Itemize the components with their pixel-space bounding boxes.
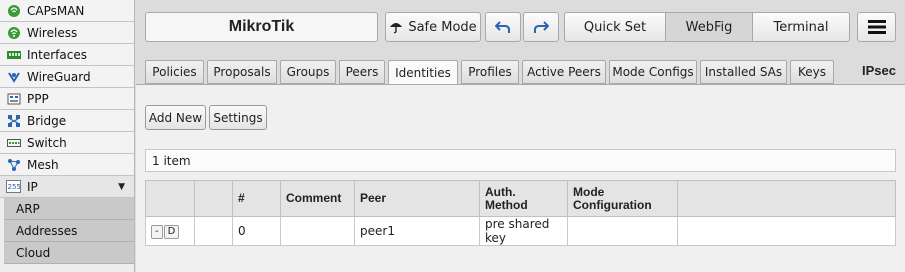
row-comment [280, 216, 355, 246]
sidebar-item-label: Mesh [27, 157, 59, 172]
menu-button[interactable] [857, 12, 896, 42]
row-actions-cell: -D [145, 216, 195, 246]
item-count-bar: 1 item [145, 149, 896, 172]
capsman-icon [6, 3, 21, 18]
tab-installed-sas[interactable]: Installed SAs [700, 60, 787, 84]
redo-icon [534, 21, 549, 33]
sidebar-item-switch[interactable]: Switch [0, 132, 134, 154]
umbrella-icon [390, 23, 403, 34]
tab-identities[interactable]: Identities [388, 60, 458, 85]
tab-groups[interactable]: Groups [280, 60, 336, 84]
router-title: MikroTik [145, 12, 378, 42]
sidebar-item-ppp[interactable]: PPP [0, 88, 134, 110]
sidebar-subitem-label: ARP [16, 201, 40, 216]
safe-mode-button[interactable]: Safe Mode [385, 12, 481, 42]
section-title: IPsec [862, 63, 896, 78]
interfaces-icon [6, 47, 21, 62]
row-filler [677, 216, 896, 246]
wireless-icon [6, 25, 21, 40]
sidebar-item-label: WireGuard [27, 69, 91, 84]
sidebar-item-label: Wireless [27, 25, 78, 40]
sidebar-item-label: Interfaces [27, 47, 87, 62]
switch-icon [6, 135, 21, 150]
row-number: 0 [232, 216, 281, 246]
sidebar-item-ip[interactable]: 255 IP ▼ [0, 176, 134, 198]
sidebar-item-label: PPP [27, 91, 49, 106]
add-new-button[interactable]: Add New [145, 105, 206, 130]
wireguard-icon [6, 69, 21, 84]
col-flags [194, 180, 233, 217]
sidebar-subitem-label: Cloud [16, 245, 51, 260]
col-comment[interactable]: Comment [280, 180, 355, 217]
item-count: 1 item [152, 153, 191, 168]
col-mode-configuration[interactable]: Mode Configuration [567, 180, 678, 217]
sidebar-item-bridge[interactable]: Bridge [0, 110, 134, 132]
bridge-icon [6, 113, 21, 128]
tab-profiles[interactable]: Profiles [461, 60, 519, 84]
col-peer[interactable]: Peer [354, 180, 480, 217]
webfig-button[interactable]: WebFig [665, 12, 753, 42]
ip-icon: 255 [6, 179, 21, 194]
col-mode-configuration-line2: Configuration [573, 197, 652, 212]
col-number[interactable]: # [232, 180, 281, 217]
ppp-icon [6, 91, 21, 106]
settings-button[interactable]: Settings [209, 105, 267, 130]
quick-set-button[interactable]: Quick Set [564, 12, 666, 42]
safe-mode-label: Safe Mode [408, 19, 477, 35]
disable-button[interactable]: D [163, 224, 180, 239]
top-toolbar: MikroTik Safe Mode Quick Set WebFig Term… [145, 12, 896, 42]
col-auth-method-line1: Auth. [485, 184, 516, 199]
sidebar-item-wireless[interactable]: Wireless [0, 22, 134, 44]
redo-button[interactable] [523, 12, 559, 42]
sidebar-item-label: CAPsMAN [27, 3, 85, 18]
svg-text:255: 255 [8, 183, 21, 191]
chevron-down-icon[interactable]: ▼ [118, 182, 125, 192]
main-panel: MikroTik Safe Mode Quick Set WebFig Term… [136, 0, 905, 272]
col-actions [145, 180, 195, 217]
identities-table: # Comment Peer Auth. Method Mode Configu… [145, 180, 896, 246]
table-header-row: # Comment Peer Auth. Method Mode Configu… [145, 180, 896, 217]
tab-keys[interactable]: Keys [790, 60, 834, 84]
col-mode-configuration-line1: Mode [573, 184, 605, 199]
terminal-button[interactable]: Terminal [752, 12, 850, 42]
tab-policies[interactable]: Policies [145, 60, 204, 84]
sidebar-subitem-arp[interactable]: ARP [4, 198, 134, 220]
row-mode-config [567, 216, 678, 246]
col-auth-method[interactable]: Auth. Method [479, 180, 568, 217]
sidebar-item-label: Switch [27, 135, 67, 150]
hamburger-menu-icon [867, 20, 886, 34]
sidebar: CAPsMAN Wireless Interfaces WireGuard PP… [0, 0, 135, 272]
row-flags-cell [194, 216, 233, 246]
table-row[interactable]: -D 0 peer1 pre shared key [145, 216, 896, 246]
mesh-icon [6, 157, 21, 172]
sidebar-item-label: IP [27, 179, 38, 194]
sidebar-item-wireguard[interactable]: WireGuard [0, 66, 134, 88]
col-auth-method-line2: Method [485, 197, 528, 212]
sidebar-subitem-addresses[interactable]: Addresses [4, 220, 134, 242]
row-peer: peer1 [354, 216, 480, 246]
sidebar-item-interfaces[interactable]: Interfaces [0, 44, 134, 66]
tab-active-peers[interactable]: Active Peers [522, 60, 606, 84]
undo-icon [495, 21, 510, 33]
tab-peers[interactable]: Peers [339, 60, 385, 84]
content-panel: Add New Settings 1 item # Comment Peer A… [136, 84, 905, 272]
sidebar-item-capsman[interactable]: CAPsMAN [0, 0, 134, 22]
sidebar-subitem-cloud[interactable]: Cloud [4, 242, 134, 264]
sidebar-subitem-label: Addresses [16, 223, 78, 238]
tab-bar: Policies Proposals Groups Peers Identiti… [145, 60, 905, 85]
sidebar-item-label: Bridge [27, 113, 67, 128]
col-filler [677, 180, 896, 217]
row-auth-method: pre shared key [479, 216, 568, 246]
tab-mode-configs[interactable]: Mode Configs [609, 60, 697, 84]
tab-proposals[interactable]: Proposals [207, 60, 277, 84]
sidebar-item-mesh[interactable]: Mesh [0, 154, 134, 176]
remove-button[interactable]: - [151, 224, 163, 239]
undo-button[interactable] [485, 12, 521, 42]
